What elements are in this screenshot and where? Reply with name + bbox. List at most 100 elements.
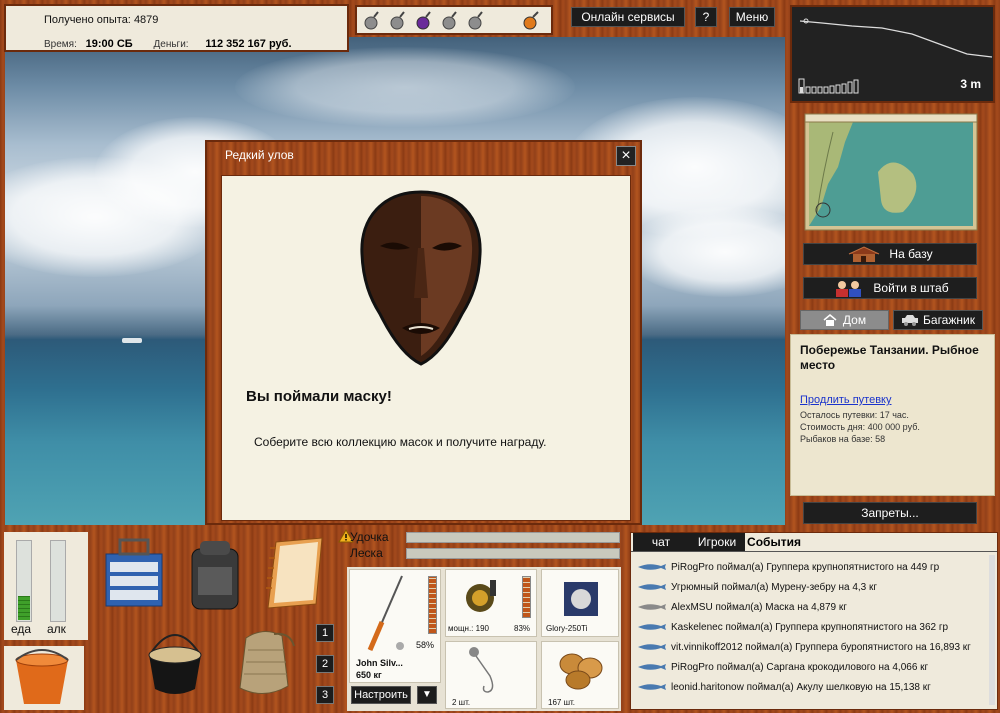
event-text: vit.vinnikoff2012 поймал(а) Группера бур… [671,641,971,653]
dialog-text: Соберите всю коллекцию масок и получите … [254,435,547,449]
tab-trunk[interactable]: Багажник [893,310,983,330]
bait-slot[interactable]: 167 шт. [541,641,619,709]
food-bar [16,540,32,622]
event-row: Угрюмный поймал(а) Мурену-зебру на 4,3 к… [637,577,993,597]
line-tension-bar [406,548,620,559]
dialog-heading: Вы поймали маску! [246,388,392,405]
event-row: Kaskelenec поймал(а) Группера крупнопятн… [637,617,993,637]
fish-icon [638,564,666,570]
depth-value: 3 m [960,77,981,91]
rod-weight: 650 кг [356,670,382,680]
boat [122,338,142,343]
exp-value: 4879 [133,14,159,26]
food-bar-fill [18,596,30,620]
event-text: Kaskelenec поймал(а) Группера крупнопятн… [671,621,949,633]
day-cost: Стоимость дня: 400 000 руб. [800,422,920,432]
rod-label: Удочка [350,530,389,544]
fish-icon [638,684,666,690]
extend-permit-link[interactable]: Продлить путевку [800,394,891,406]
lure-icon-orange[interactable] [522,11,540,31]
bait-count: 167 шт. [548,698,575,707]
hooks-count: 2 шт. [452,698,471,707]
fish-icon [638,664,666,670]
bucket-slot[interactable] [4,646,84,710]
location-info-panel: Побережье Танзании. Рыбное место Продлит… [790,334,995,496]
fish-icon [638,624,666,630]
anglers-count: Рыбаков на базе: 58 [800,434,886,444]
tab-home[interactable]: Дом [800,310,889,330]
line-name: Glory-250Ti [546,624,588,633]
time-value: 19:00 СБ [85,38,133,50]
chat-scrollbar[interactable] [989,555,995,705]
tribal-mask-image [360,190,482,366]
event-row: PiRogPro поймал(а) Саргана крокодилового… [637,657,993,677]
notebook-icon[interactable] [262,534,328,612]
event-row: leonid.haritonow поймал(а) Акулу шелкову… [637,677,993,697]
tab-events[interactable]: События [745,533,803,551]
enter-hq-button[interactable]: Войти в штаб [803,277,977,299]
setup-button[interactable]: Настроить [351,686,411,704]
tab-chat[interactable]: чат [633,533,689,551]
alcohol-bar [50,540,66,622]
slot-button-2[interactable]: 2 [316,655,334,673]
enter-hq-label: Войти в штаб [873,281,949,295]
house-icon [849,246,880,262]
rod-name: John Silv... [356,658,403,668]
tab-trunk-label: Багажник [923,313,975,327]
line-label: Леска [350,546,383,560]
lure-icon[interactable] [388,11,406,31]
depth-panel: 3 m [790,5,995,103]
money-value: 112 352 167 руб. [205,38,292,50]
menu-button[interactable]: Меню [729,7,775,27]
time-label: Время: [44,39,77,50]
rod-slot[interactable]: 58% John Silv... 650 кг [349,569,441,683]
people-icon [836,281,862,297]
reel-wear-pct: 83% [514,624,531,633]
hook-icon [469,647,494,693]
reel-slot[interactable]: мощн.: 190 83% [445,569,537,637]
map-scroll-icon [804,113,978,231]
to-base-label: На базу [889,247,933,261]
slot-button-3[interactable]: 3 [316,686,334,704]
event-row: vit.vinnikoff2012 поймал(а) Группера бур… [637,637,993,657]
lures-bar [355,5,553,35]
help-button[interactable]: ? [695,7,717,27]
pot-icon[interactable] [145,623,205,699]
to-base-button[interactable]: На базу [803,243,977,265]
event-text: Угрюмный поймал(а) Мурену-зебру на 4,3 к… [671,581,878,593]
rod-wear-pct: 58% [416,640,435,650]
event-row: AlexMSU поймал(а) Маска на 4,879 кг [637,597,993,617]
reel-icon [466,580,496,612]
line-slot[interactable]: Glory-250Ti [541,569,619,637]
event-text: leonid.haritonow поймал(а) Акулу шелкову… [671,681,931,693]
tab-players[interactable]: Игроки [689,533,745,551]
hook-slot[interactable]: 2 шт. [445,641,537,709]
home-icon [823,314,837,326]
event-text: PiRogPro поймал(а) Группера крупнопятнис… [671,561,940,573]
location-map[interactable] [803,112,979,232]
bait-bag-icon[interactable] [228,626,300,700]
lure-icon[interactable] [466,11,484,31]
lure-icon-purple[interactable] [414,11,432,31]
rod-tension-bar [406,532,620,543]
tab-home-label: Дом [842,313,867,327]
permit-remaining: Осталось путевки: 17 час. [800,410,909,420]
reel-power: мощн.: 190 [448,624,489,633]
bans-button[interactable]: Запреты... [803,502,977,524]
money-label: Деньги: [153,39,189,50]
lure-icon[interactable] [440,11,458,31]
close-icon[interactable]: × [616,146,636,166]
lure-icon[interactable] [362,11,380,31]
backpack-icon[interactable] [188,537,242,611]
slot-button-1[interactable]: 1 [316,624,334,642]
reel-wear-bar [522,576,531,618]
tackle-box-icon[interactable] [100,534,170,612]
bucket-icon [15,649,69,704]
alcohol-label: алк [47,622,66,636]
dialog-title: Редкий улов [225,148,294,162]
bait-icon [559,653,603,690]
chevron-down-icon[interactable]: ▼ [417,686,437,704]
chat-panel: чат Игроки События PiRogPro поймал(а) Гр… [630,532,998,710]
needs-panel: еда алк [4,532,88,640]
online-services-button[interactable]: Онлайн сервисы [571,7,685,27]
